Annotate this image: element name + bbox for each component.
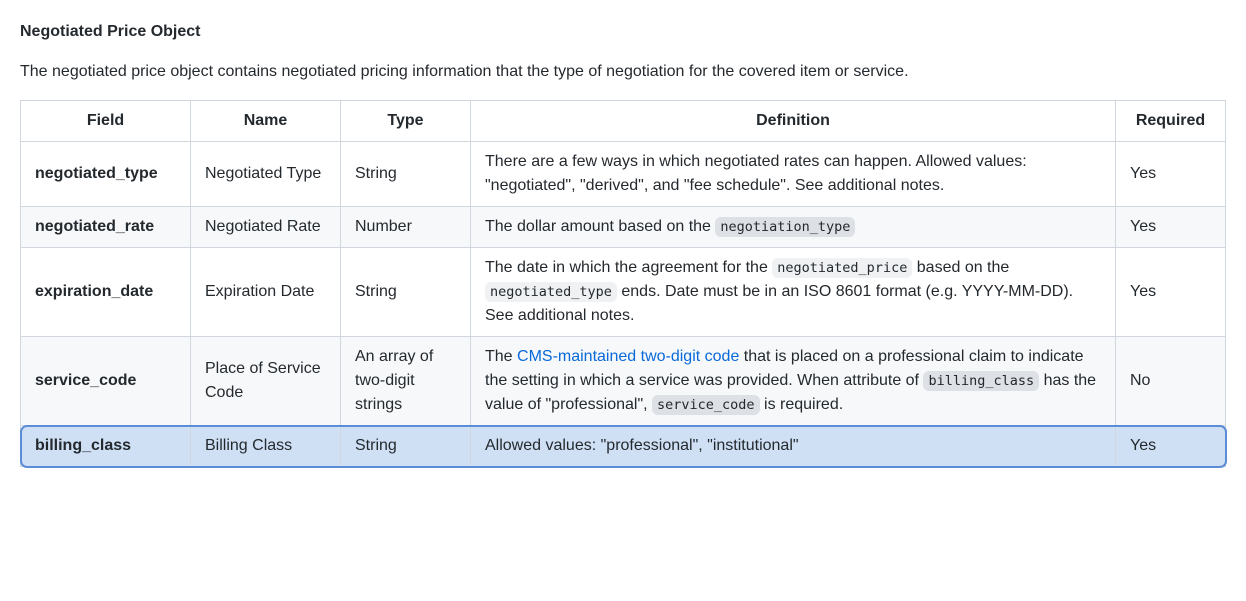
cell-type: String — [341, 426, 471, 467]
table-row-highlighted: billing_class Billing Class String Allow… — [21, 426, 1226, 467]
cell-name: Place of Service Code — [191, 337, 341, 426]
section-description: The negotiated price object contains neg… — [20, 60, 1226, 84]
section-title: Negotiated Price Object — [20, 20, 1226, 44]
table-row: negotiated_rate Negotiated Rate Number T… — [21, 207, 1226, 248]
cell-field: negotiated_rate — [21, 207, 191, 248]
cell-required: Yes — [1116, 207, 1226, 248]
header-definition: Definition — [471, 101, 1116, 142]
cell-definition: There are a few ways in which negotiated… — [471, 142, 1116, 207]
cell-name: Negotiated Rate — [191, 207, 341, 248]
inline-code: negotiation_type — [715, 217, 855, 237]
header-required: Required — [1116, 101, 1226, 142]
header-type: Type — [341, 101, 471, 142]
def-text: The dollar amount based on the — [485, 218, 715, 235]
table-header-row: Field Name Type Definition Required — [21, 101, 1226, 142]
def-text: The date in which the agreement for the — [485, 259, 772, 276]
inline-code: negotiated_price — [772, 258, 912, 278]
cell-type: An array of two-digit strings — [341, 337, 471, 426]
cell-definition: The dollar amount based on the negotiati… — [471, 207, 1116, 248]
cell-type: String — [341, 248, 471, 337]
cell-name: Expiration Date — [191, 248, 341, 337]
cell-name: Negotiated Type — [191, 142, 341, 207]
cell-field: expiration_date — [21, 248, 191, 337]
def-text: The — [485, 348, 517, 365]
inline-code: negotiated_type — [485, 282, 617, 302]
header-field: Field — [21, 101, 191, 142]
def-text: is required. — [760, 396, 844, 413]
cell-definition: The CMS-maintained two-digit code that i… — [471, 337, 1116, 426]
cell-required: Yes — [1116, 248, 1226, 337]
header-name: Name — [191, 101, 341, 142]
cell-required: No — [1116, 337, 1226, 426]
cell-type: Number — [341, 207, 471, 248]
cell-field: service_code — [21, 337, 191, 426]
inline-code: service_code — [652, 395, 760, 415]
cell-definition: The date in which the agreement for the … — [471, 248, 1116, 337]
cell-required: Yes — [1116, 426, 1226, 467]
inline-code: billing_class — [923, 371, 1039, 391]
cell-field: negotiated_type — [21, 142, 191, 207]
table-row: service_code Place of Service Code An ar… — [21, 337, 1226, 426]
cell-type: String — [341, 142, 471, 207]
cms-code-link[interactable]: CMS-maintained two-digit code — [517, 348, 739, 365]
def-text: based on the — [912, 259, 1009, 276]
table-row: negotiated_type Negotiated Type String T… — [21, 142, 1226, 207]
negotiated-price-table: Field Name Type Definition Required nego… — [20, 100, 1226, 467]
cell-required: Yes — [1116, 142, 1226, 207]
cell-definition: Allowed values: "professional", "institu… — [471, 426, 1116, 467]
cell-name: Billing Class — [191, 426, 341, 467]
table-row: expiration_date Expiration Date String T… — [21, 248, 1226, 337]
cell-field: billing_class — [21, 426, 191, 467]
